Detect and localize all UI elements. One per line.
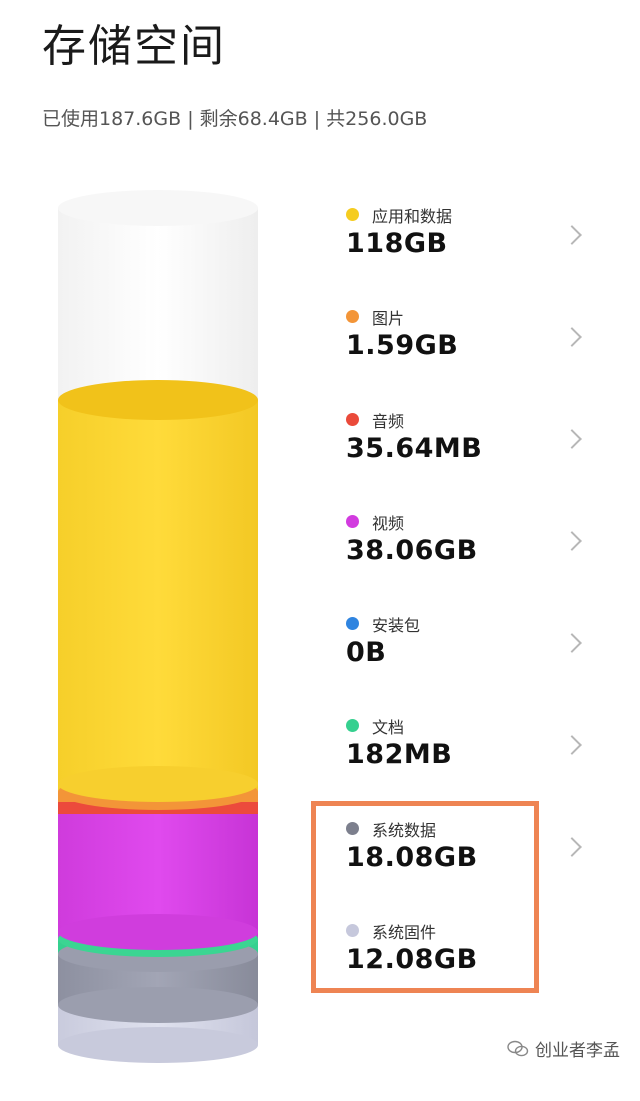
color-dot	[346, 310, 359, 323]
list-item-apps-data[interactable]: 应用和数据 118GB	[343, 198, 593, 278]
storage-cylinder	[58, 190, 258, 1070]
list-item-documents[interactable]: 文档 182MB	[343, 709, 593, 789]
list-item-video[interactable]: 视频 38.06GB	[343, 505, 593, 585]
item-value: 38.06GB	[346, 535, 478, 566]
segment-apps	[58, 400, 258, 792]
item-value: 0B	[346, 637, 387, 668]
item-value: 182MB	[346, 739, 453, 770]
watermark-text: 创业者李孟	[535, 1041, 620, 1061]
page-title: 存储空间	[42, 21, 226, 72]
item-label: 文档	[372, 718, 405, 737]
item-label: 视频	[372, 514, 405, 533]
color-dot	[346, 617, 359, 630]
item-label: 图片	[372, 309, 405, 328]
item-label: 音频	[372, 412, 405, 431]
color-dot	[346, 413, 359, 426]
watermark: 创业者李孟	[507, 1036, 620, 1061]
item-label: 应用和数据	[372, 207, 453, 226]
color-dot	[346, 719, 359, 732]
highlight-box	[311, 801, 539, 993]
color-dot	[346, 208, 359, 221]
segment-free	[58, 208, 258, 400]
wechat-icon	[507, 1040, 529, 1056]
storage-summary: 已使用187.6GB | 剩余68.4GB | 共256.0GB	[42, 108, 428, 130]
item-label: 安装包	[372, 616, 421, 635]
item-value: 35.64MB	[346, 433, 483, 464]
item-value: 1.59GB	[346, 330, 459, 361]
item-value: 118GB	[346, 228, 448, 259]
list-item-audio[interactable]: 音频 35.64MB	[343, 403, 593, 483]
list-item-packages[interactable]: 安装包 0B	[343, 607, 593, 687]
color-dot	[346, 515, 359, 528]
list-item-photos[interactable]: 图片 1.59GB	[343, 300, 593, 380]
